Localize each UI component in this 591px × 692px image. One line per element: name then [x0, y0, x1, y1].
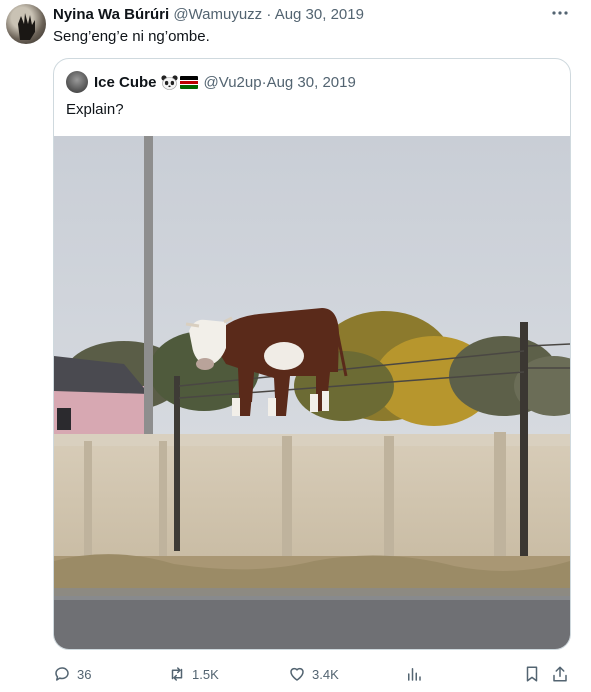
- author-avatar[interactable]: [6, 4, 46, 44]
- like-count: 3.4K: [312, 666, 339, 682]
- retweet-icon: [168, 665, 186, 683]
- quote-text: Explain?: [66, 101, 124, 118]
- quote-date: Aug 30, 2019: [266, 73, 356, 91]
- kenya-flag-icon: [179, 75, 198, 89]
- views-button[interactable]: [405, 662, 423, 686]
- separator-dot: ·: [266, 6, 275, 23]
- author-name[interactable]: Nyina Wa Búrúri: [53, 6, 169, 23]
- tweet[interactable]: Nyina Wa Búrúri @Wamuyuzz · Aug 30, 2019…: [0, 0, 591, 692]
- quote-author-name: Ice Cube: [94, 73, 157, 91]
- quote-photo[interactable]: [54, 136, 570, 649]
- tweet-date[interactable]: Aug 30, 2019: [275, 6, 364, 23]
- quoted-tweet[interactable]: Ice Cube @Vu2up · Aug 30, 2019 Explain?: [53, 58, 571, 650]
- cow-on-wall-image: [54, 136, 570, 649]
- quote-header: Ice Cube @Vu2up · Aug 30, 2019: [66, 71, 356, 93]
- author-handle[interactable]: @Wamuyuzz: [173, 6, 262, 23]
- more-horizontal-icon[interactable]: [551, 4, 569, 27]
- reply-icon: [53, 665, 71, 683]
- bookmark-button[interactable]: [523, 662, 541, 686]
- tweet-actions: 36 1.5K 3.4K: [53, 662, 573, 686]
- tweet-header: Nyina Wa Búrúri @Wamuyuzz · Aug 30, 2019: [53, 6, 364, 23]
- like-icon: [288, 665, 306, 683]
- quote-author-handle: @Vu2up: [203, 73, 262, 91]
- panda-emoji-icon: [160, 74, 178, 90]
- reply-button[interactable]: 36: [53, 662, 91, 686]
- retweet-button[interactable]: 1.5K: [168, 662, 219, 686]
- like-button[interactable]: 3.4K: [288, 662, 339, 686]
- share-icon: [551, 665, 569, 683]
- views-icon: [405, 665, 423, 683]
- quote-author-avatar: [66, 71, 88, 93]
- retweet-count: 1.5K: [192, 666, 219, 682]
- share-button[interactable]: [551, 662, 569, 686]
- bookmark-icon: [523, 665, 541, 683]
- reply-count: 36: [77, 666, 92, 682]
- tweet-text: Seng’eng’e ni ng’ombe.: [53, 28, 210, 45]
